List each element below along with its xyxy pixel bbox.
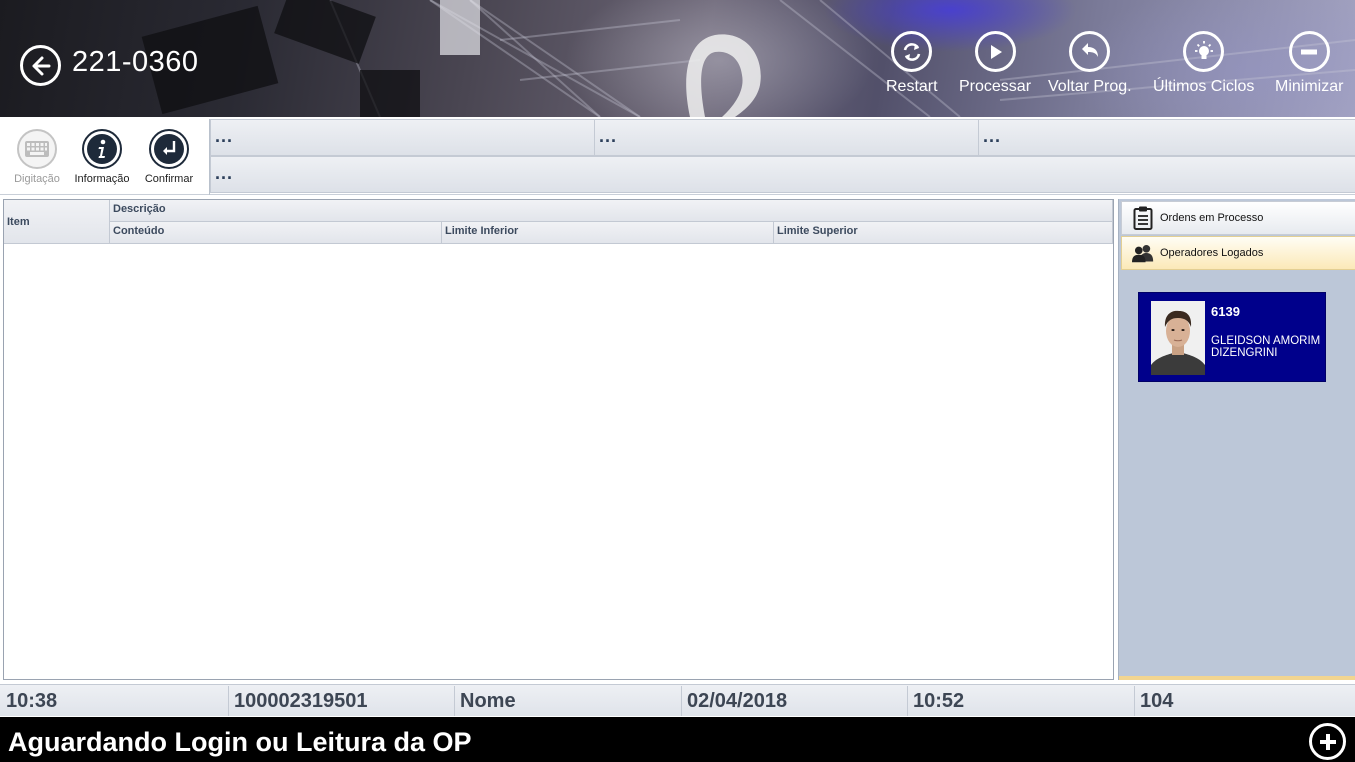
arrow-left-icon — [32, 56, 50, 75]
banner-background-image — [141, 0, 1355, 117]
info-fields: ... ... ... ... — [209, 119, 1355, 195]
app-window: 221-0360 Restart Processar Voltar Prog. … — [0, 0, 1355, 762]
minimizar-button[interactable]: Minimizar — [1275, 31, 1343, 96]
processar-label: Processar — [959, 78, 1032, 95]
tab-ordens-em-processo[interactable]: Ordens em Processo — [1121, 201, 1355, 235]
plus-icon — [1319, 733, 1336, 750]
confirmar-label: Confirmar — [144, 173, 194, 185]
message-bar: Aguardando Login ou Leitura da OP — [0, 717, 1355, 762]
operator-code: 6139 — [1211, 304, 1240, 319]
status-end-time: 10:52 — [907, 686, 1134, 716]
operator-avatar — [1151, 301, 1205, 375]
items-grid[interactable]: Item Descrição Conteúdo Limite Inferior … — [3, 199, 1114, 680]
status-count: 104 — [1134, 686, 1355, 716]
play-icon — [991, 44, 1003, 59]
voltar-prog-button[interactable]: Voltar Prog. — [1048, 31, 1132, 96]
enter-icon — [154, 134, 184, 164]
operator-card[interactable]: 6139 GLEIDSON AMORIM DIZENGRINI — [1138, 292, 1326, 382]
restart-button[interactable]: Restart — [886, 31, 938, 96]
info-icon — [87, 134, 117, 164]
toolbar: Digitação Informação Confirmar ... ... .… — [0, 117, 1355, 195]
digitacao-label: Digitação — [14, 173, 60, 185]
status-order-number: 100002319501 — [228, 686, 455, 716]
column-header-item[interactable]: Item — [4, 200, 110, 244]
minus-icon — [1301, 49, 1318, 54]
minimizar-label: Minimizar — [1275, 78, 1344, 95]
status-date: 02/04/2018 — [681, 686, 908, 716]
header-banner: 221-0360 Restart Processar Voltar Prog. … — [0, 0, 1355, 117]
column-header-descricao[interactable]: Descrição — [110, 200, 1113, 222]
informacao-label: Informação — [74, 173, 130, 185]
restart-label: Restart — [886, 78, 938, 95]
info-field-3: ... — [978, 119, 1355, 156]
tab-operadores-logados[interactable]: Operadores Logados — [1121, 236, 1355, 270]
tab-operadores-label: Operadores Logados — [1160, 247, 1264, 259]
info-field-4: ... — [210, 156, 1355, 193]
info-field-2: ... — [594, 119, 979, 156]
tab-ordens-label: Ordens em Processo — [1160, 212, 1264, 224]
operator-photo — [1151, 301, 1205, 375]
column-header-limite-inferior[interactable]: Limite Inferior — [442, 222, 774, 244]
status-time: 10:38 — [6, 690, 58, 712]
refresh-icon — [903, 42, 921, 61]
side-panel-footer — [1119, 676, 1355, 680]
page-title: 221-0360 — [72, 46, 199, 78]
side-panel: Ordens em Processo Operadores Logados 61… — [1118, 199, 1355, 680]
keyboard-icon — [25, 141, 49, 157]
informacao-button[interactable]: Informação — [70, 129, 134, 185]
users-icon — [1132, 244, 1154, 263]
status-bar: 10:38 100002319501 Nome 02/04/2018 10:52… — [0, 684, 1355, 716]
status-operator-name: Nome — [454, 686, 681, 716]
expand-button[interactable] — [1309, 723, 1346, 760]
lightbulb-icon — [1194, 40, 1213, 59]
ultimos-ciclos-button[interactable]: Últimos Ciclos — [1153, 31, 1254, 96]
clipboard-icon — [1133, 206, 1153, 230]
status-message: Aguardando Login ou Leitura da OP — [8, 727, 472, 757]
column-header-conteudo[interactable]: Conteúdo — [110, 222, 442, 244]
column-header-limite-superior[interactable]: Limite Superior — [774, 222, 1113, 244]
voltar-prog-label: Voltar Prog. — [1048, 78, 1132, 95]
confirmar-button[interactable]: Confirmar — [137, 129, 201, 185]
undo-icon — [1081, 42, 1098, 57]
processar-button[interactable]: Processar — [959, 31, 1031, 96]
operator-name: GLEIDSON AMORIM DIZENGRINI — [1211, 335, 1321, 359]
digitacao-button[interactable]: Digitação — [5, 129, 69, 185]
info-field-1: ... — [210, 119, 595, 156]
ultimos-ciclos-label: Últimos Ciclos — [1153, 78, 1255, 95]
back-button[interactable] — [20, 45, 61, 86]
